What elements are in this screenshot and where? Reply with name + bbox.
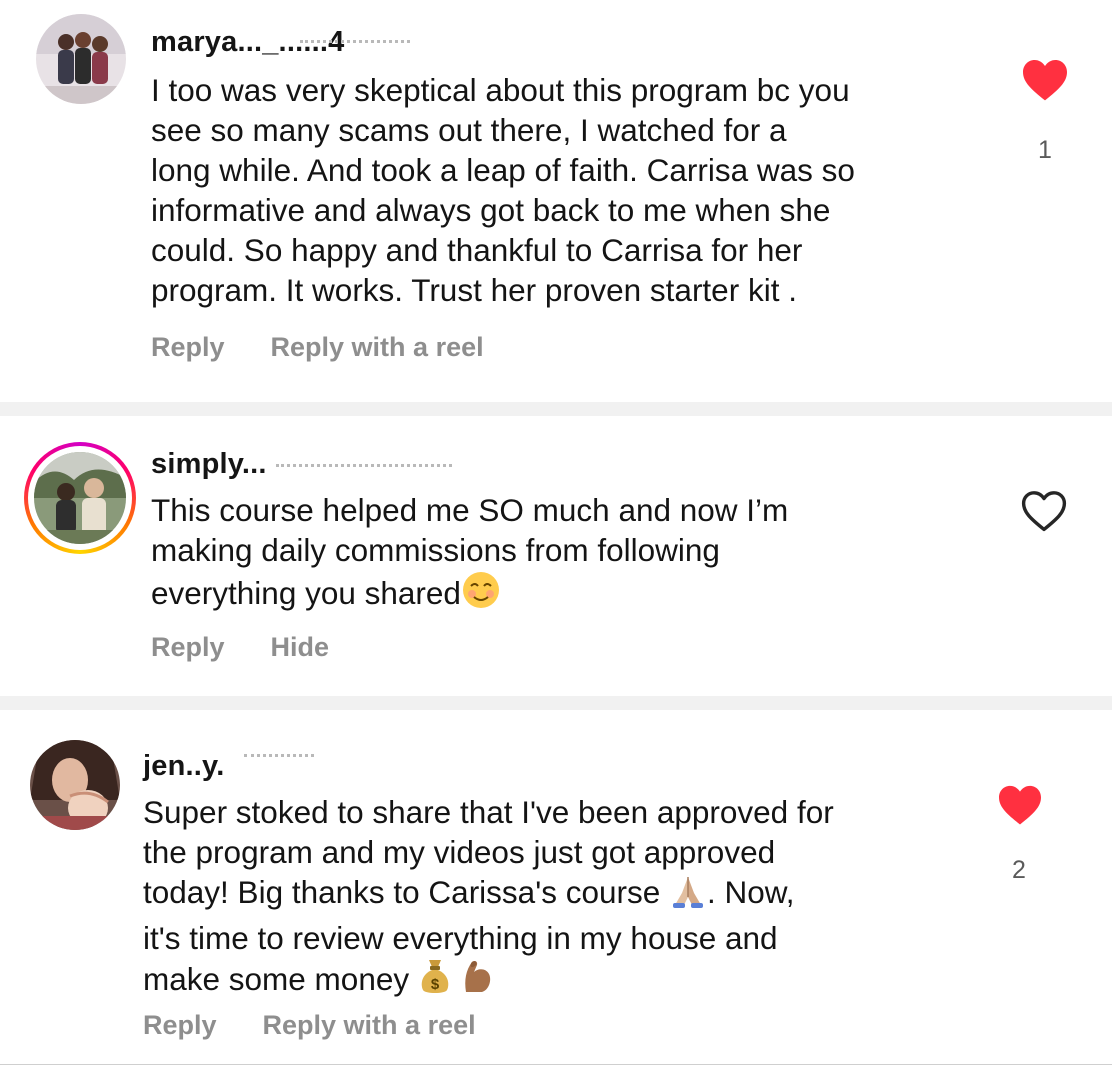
comment-1: marya..._......4 I too was very skeptica…	[0, 0, 1112, 402]
separator	[0, 696, 1112, 710]
username[interactable]: jen..y.	[143, 750, 224, 783]
svg-text:$: $	[431, 976, 440, 993]
reply-with-reel-button[interactable]: Reply with a reel	[263, 1010, 476, 1041]
comment-text: This course helped me SO much and now I’…	[151, 490, 991, 619]
comment-actions: Reply Hide	[151, 632, 375, 663]
avatar[interactable]	[30, 740, 120, 830]
comment-text-line: it's time to review everything in my hou…	[143, 920, 778, 956]
comment-actions: Reply Reply with a reel	[143, 1010, 522, 1041]
redaction-mark	[300, 40, 410, 46]
comment-2: simply... This course helped me SO much …	[0, 416, 1112, 696]
reply-button[interactable]: Reply	[151, 632, 225, 663]
reply-button[interactable]: Reply	[151, 332, 225, 363]
like-count: 1	[1038, 136, 1052, 164]
comment-text-line: Super stoked to share that I've been app…	[143, 794, 834, 830]
redaction-mark	[276, 464, 452, 470]
avatar[interactable]	[36, 14, 126, 104]
hide-button[interactable]: Hide	[271, 632, 330, 663]
folded-hands-icon	[669, 873, 707, 918]
avatar[interactable]	[34, 452, 126, 544]
comment-text: Super stoked to share that I've been app…	[143, 792, 983, 1005]
heart-outline-icon[interactable]	[1020, 489, 1068, 538]
comment-3: jen..y. Super stoked to share that I've …	[0, 710, 1112, 1067]
comment-text-line: the program and my videos just got appro…	[143, 834, 776, 870]
heart-filled-icon[interactable]	[1020, 58, 1070, 107]
comment-text-line: make some money $	[143, 958, 983, 1005]
reply-with-reel-button[interactable]: Reply with a reel	[271, 332, 484, 363]
comment-text-tail: . Now,	[707, 874, 795, 910]
flexed-biceps-icon	[458, 958, 498, 1005]
heart-filled-icon[interactable]	[996, 784, 1044, 831]
comment-text: I too was very skeptical about this prog…	[151, 72, 855, 308]
bottom-divider	[0, 1064, 1112, 1065]
comment-actions: Reply Reply with a reel	[151, 332, 530, 363]
comment-text-line: today! Big thanks to Carissa's course . …	[143, 872, 983, 918]
reply-button[interactable]: Reply	[143, 1010, 217, 1041]
smiling-face-icon	[461, 570, 501, 619]
money-bag-icon: $	[418, 958, 452, 1005]
redaction-mark	[244, 754, 314, 760]
username[interactable]: simply...	[151, 448, 267, 481]
separator	[0, 402, 1112, 416]
like-count: 2	[1012, 856, 1026, 884]
